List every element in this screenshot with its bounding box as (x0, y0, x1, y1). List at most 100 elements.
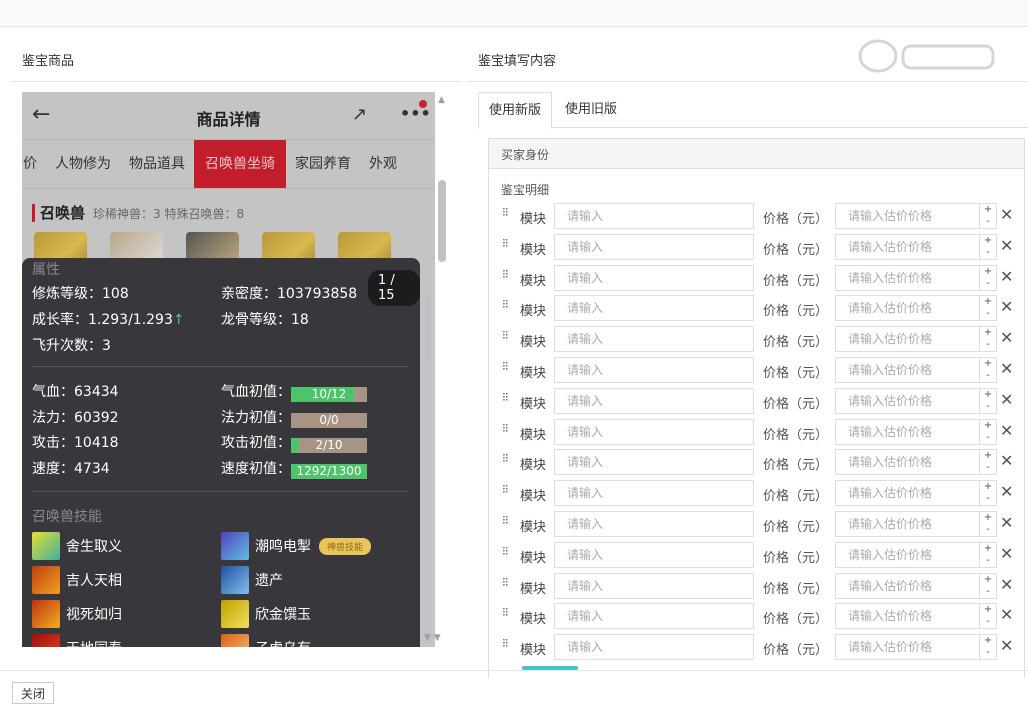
price-stepper[interactable]: + - (979, 634, 997, 661)
popup-scrollbar[interactable] (424, 295, 431, 360)
plus-button[interactable]: + (980, 266, 996, 278)
remove-row-icon[interactable]: ✕ (1000, 328, 1013, 347)
price-input[interactable]: 请输入估价价格 (835, 203, 980, 229)
drag-handle-icon[interactable]: ⁝⁝ (502, 514, 514, 526)
skill[interactable]: 天地同寿 (32, 634, 122, 647)
remove-row-icon[interactable]: ✕ (1000, 575, 1013, 594)
skill[interactable]: 舍生取义 (32, 532, 122, 560)
price-stepper[interactable]: + - (979, 480, 997, 507)
remove-row-icon[interactable]: ✕ (1000, 451, 1013, 470)
skill[interactable]: 吉人天相 (32, 566, 122, 594)
module-input[interactable]: 请输入 (554, 634, 754, 661)
plus-button[interactable]: + (980, 574, 996, 586)
module-input[interactable]: 请输入 (554, 418, 754, 445)
plus-button[interactable]: + (980, 635, 996, 647)
remove-row-icon[interactable]: ✕ (1000, 636, 1013, 655)
price-input[interactable]: 请输入估价价格 (835, 572, 980, 599)
drag-handle-icon[interactable]: ⁝⁝ (502, 606, 514, 618)
price-input[interactable]: 请输入估价价格 (835, 357, 980, 383)
price-stepper[interactable]: + - (979, 511, 997, 537)
plus-button[interactable]: + (980, 543, 996, 555)
price-stepper[interactable]: + - (979, 572, 997, 599)
module-input[interactable]: 请输入 (554, 264, 754, 291)
plus-button[interactable]: + (980, 481, 996, 493)
minus-button[interactable]: - (980, 493, 996, 505)
skill[interactable]: 视死如归 (32, 600, 122, 628)
price-stepper[interactable]: + - (979, 541, 997, 568)
plus-button[interactable]: + (980, 358, 996, 370)
plus-button[interactable]: + (980, 235, 996, 247)
price-stepper[interactable]: + - (979, 264, 997, 291)
remove-row-icon[interactable]: ✕ (1000, 359, 1013, 378)
skill[interactable]: 潮鸣电掣 神兽技能 (221, 532, 372, 560)
price-input[interactable]: 请输入估价价格 (835, 511, 980, 537)
module-input[interactable]: 请输入 (554, 387, 754, 414)
scroll-up-icon[interactable]: ▲ (438, 95, 445, 105)
close-button[interactable]: 关闭 (12, 682, 55, 704)
phone-tab[interactable]: 召唤兽坐骑 (194, 140, 286, 188)
module-input[interactable]: 请输入 (554, 480, 754, 507)
remove-row-icon[interactable]: ✕ (1000, 544, 1013, 563)
price-input[interactable]: 请输入估价价格 (835, 449, 980, 476)
plus-button[interactable]: + (980, 296, 996, 308)
price-stepper[interactable]: + - (979, 233, 997, 260)
price-input[interactable]: 请输入估价价格 (835, 387, 980, 414)
plus-button[interactable]: + (980, 204, 996, 216)
minus-button[interactable]: - (980, 555, 996, 567)
plus-button[interactable]: + (980, 450, 996, 462)
remove-row-icon[interactable]: ✕ (1000, 605, 1013, 624)
module-input[interactable]: 请输入 (554, 511, 754, 537)
drag-handle-icon[interactable]: ⁝⁝ (502, 637, 514, 649)
plus-button[interactable]: + (980, 420, 996, 432)
minus-button[interactable]: - (980, 462, 996, 474)
drag-handle-icon[interactable]: ⁝⁝ (502, 360, 514, 372)
drag-handle-icon[interactable]: ⁝⁝ (502, 452, 514, 464)
price-stepper[interactable]: + - (979, 203, 997, 229)
minus-button[interactable]: - (980, 308, 996, 320)
price-input[interactable]: 请输入估价价格 (835, 541, 980, 568)
more-icon[interactable]: ••• (400, 104, 431, 123)
minus-button[interactable]: - (980, 278, 996, 290)
remove-row-icon[interactable]: ✕ (1000, 390, 1013, 409)
remove-row-icon[interactable]: ✕ (1000, 205, 1013, 224)
skill[interactable]: 欣金馔玉 (221, 600, 311, 628)
module-input[interactable]: 请输入 (554, 603, 754, 630)
scrollbar[interactable] (438, 180, 446, 262)
minus-button[interactable]: - (980, 247, 996, 259)
drag-handle-icon[interactable]: ⁝⁝ (502, 237, 514, 249)
drag-handle-icon[interactable]: ⁝⁝ (502, 422, 514, 434)
price-input[interactable]: 请输入估价价格 (835, 418, 980, 445)
module-input[interactable]: 请输入 (554, 326, 754, 353)
remove-row-icon[interactable]: ✕ (1000, 236, 1013, 255)
plus-button[interactable]: + (980, 604, 996, 616)
plus-button[interactable]: + (980, 327, 996, 339)
remove-row-icon[interactable]: ✕ (1000, 421, 1013, 440)
minus-button[interactable]: - (980, 216, 996, 228)
tab-new-version[interactable]: 使用新版 (478, 92, 553, 129)
phone-tab[interactable]: 外观 (360, 140, 406, 188)
skill[interactable]: 子虚乌有 (221, 634, 311, 647)
skill[interactable]: 遗产 (221, 566, 283, 594)
drag-handle-icon[interactable]: ⁝⁝ (502, 206, 514, 218)
module-input[interactable]: 请输入 (554, 233, 754, 260)
minus-button[interactable]: - (980, 339, 996, 351)
minus-button[interactable]: - (980, 524, 996, 536)
scroll-down-icon[interactable]: ▼ ▼ (424, 633, 441, 643)
drag-handle-icon[interactable]: ⁝⁝ (502, 268, 514, 280)
remove-row-icon[interactable]: ✕ (1000, 267, 1013, 286)
module-input[interactable]: 请输入 (554, 449, 754, 476)
phone-tab[interactable]: 价 (22, 140, 46, 188)
minus-button[interactable]: - (980, 616, 996, 628)
plus-button[interactable]: + (980, 389, 996, 401)
plus-button[interactable]: + (980, 512, 996, 524)
price-input[interactable]: 请输入估价价格 (835, 264, 980, 291)
minus-button[interactable]: - (980, 401, 996, 413)
price-input[interactable]: 请输入估价价格 (835, 233, 980, 260)
minus-button[interactable]: - (980, 586, 996, 598)
remove-row-icon[interactable]: ✕ (1000, 513, 1013, 532)
phone-tab[interactable]: 物品道具 (120, 140, 194, 188)
module-input[interactable]: 请输入 (554, 357, 754, 383)
price-input[interactable]: 请输入估价价格 (835, 634, 980, 661)
minus-button[interactable]: - (980, 370, 996, 382)
price-input[interactable]: 请输入估价价格 (835, 326, 980, 353)
